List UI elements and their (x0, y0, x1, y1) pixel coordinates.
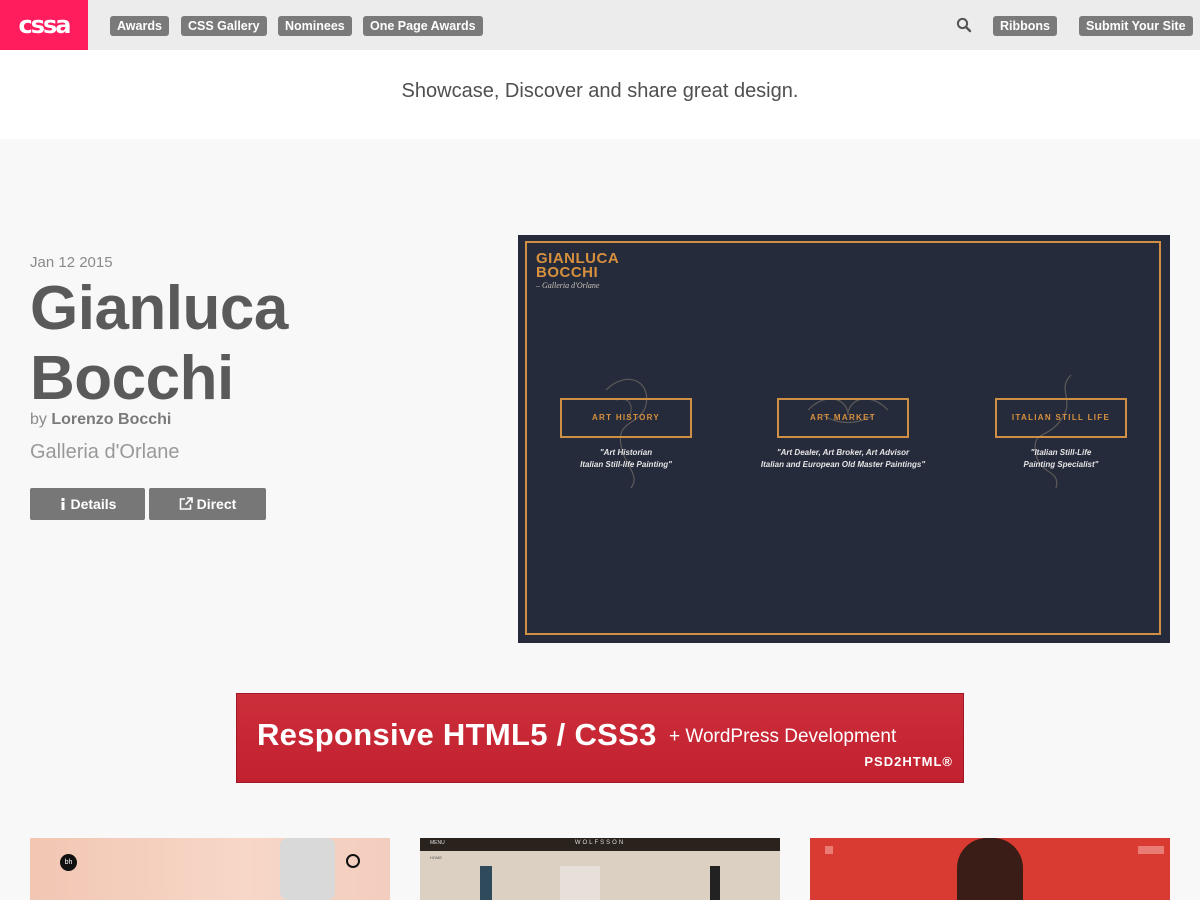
screenshot-site-name: GIANLUCA BOCCHI (536, 251, 619, 281)
logo[interactable]: cssa (0, 0, 88, 50)
ad-subheadline: + WordPress Development (669, 726, 897, 747)
gallery-thumbnail-3[interactable] (810, 838, 1170, 900)
art-market-description: "Art Dealer, Art Broker, Art Advisor Ita… (760, 448, 926, 469)
ad-brand: PSD2HTML® (864, 754, 953, 769)
details-label: Details (70, 496, 117, 512)
thumb2-garment-1 (480, 866, 492, 900)
nav-ribbons[interactable]: Ribbons (993, 16, 1057, 36)
entry-byline: by Lorenzo Bocchi (30, 411, 171, 429)
thumb1-object (280, 838, 335, 900)
nav-css-gallery[interactable]: CSS Gallery (181, 16, 267, 36)
info-icon (61, 498, 65, 510)
entry-date: Jan 12 2015 (30, 254, 113, 271)
thumb2-garment-3 (710, 866, 720, 900)
art-market-card: ART MARKET (777, 398, 909, 438)
direct-label: Direct (196, 496, 237, 512)
tagline: Showcase, Discover and share great desig… (401, 80, 799, 102)
tagline-bar: Showcase, Discover and share great desig… (0, 50, 1200, 139)
art-history-card: ART HISTORY (560, 398, 692, 438)
thumb1-background (30, 838, 390, 900)
thumb3-portrait (957, 838, 1023, 900)
gallery-thumbnail-1[interactable]: bh (30, 838, 390, 900)
ad-headline: Responsive HTML5 / CSS3 (257, 717, 657, 752)
thumb2-home: HOME (430, 855, 442, 860)
site-screenshot[interactable]: GIANLUCA BOCCHI – Galleria d'Orlane ART … (518, 235, 1170, 643)
entry-organization: Galleria d'Orlane (30, 441, 180, 463)
top-navigation-bar: cssa Awards CSS Gallery Nominees One Pag… (0, 0, 1200, 50)
nav-awards[interactable]: Awards (110, 16, 169, 36)
details-button[interactable]: Details (30, 488, 145, 520)
thumb2-title: WOLFSSON (574, 840, 626, 846)
direct-button[interactable]: Direct (149, 488, 266, 520)
entry-title: Gianluca Bocchi (30, 274, 430, 414)
screenshot-subtitle: – Galleria d'Orlane (536, 281, 600, 290)
nav-one-page-awards[interactable]: One Page Awards (363, 16, 483, 36)
thumb2-header: MENU WOLFSSON (420, 838, 780, 851)
nav-nominees[interactable]: Nominees (278, 16, 352, 36)
italian-still-life-card: ITALIAN STILL LIFE (995, 398, 1127, 438)
entry-title-line1: Gianluca (30, 274, 288, 343)
menu-icon (346, 854, 360, 868)
thumb2-garment-2 (560, 866, 600, 900)
thumb3-icon (825, 846, 833, 854)
advertisement-banner[interactable]: Responsive HTML5 / CSS3 + WordPress Deve… (236, 693, 964, 783)
nav-submit-your-site[interactable]: Submit Your Site (1079, 16, 1193, 36)
search-icon[interactable] (956, 17, 972, 33)
external-link-icon (179, 497, 193, 510)
author-name[interactable]: Lorenzo Bocchi (51, 411, 171, 428)
thumb1-logo: bh (60, 854, 77, 871)
italian-still-life-description: "Italian Still-Life Painting Specialist" (1023, 448, 1099, 469)
by-label: by (30, 411, 47, 428)
gallery-thumbnail-2[interactable]: MENU WOLFSSON HOME (420, 838, 780, 900)
screenshot-site-name-line2: BOCCHI (536, 264, 599, 281)
thumb3-social-icons (1138, 846, 1164, 854)
art-history-description: "Art Historian Italian Still-life Painti… (580, 448, 672, 469)
entry-title-line2: Bocchi (30, 344, 234, 413)
